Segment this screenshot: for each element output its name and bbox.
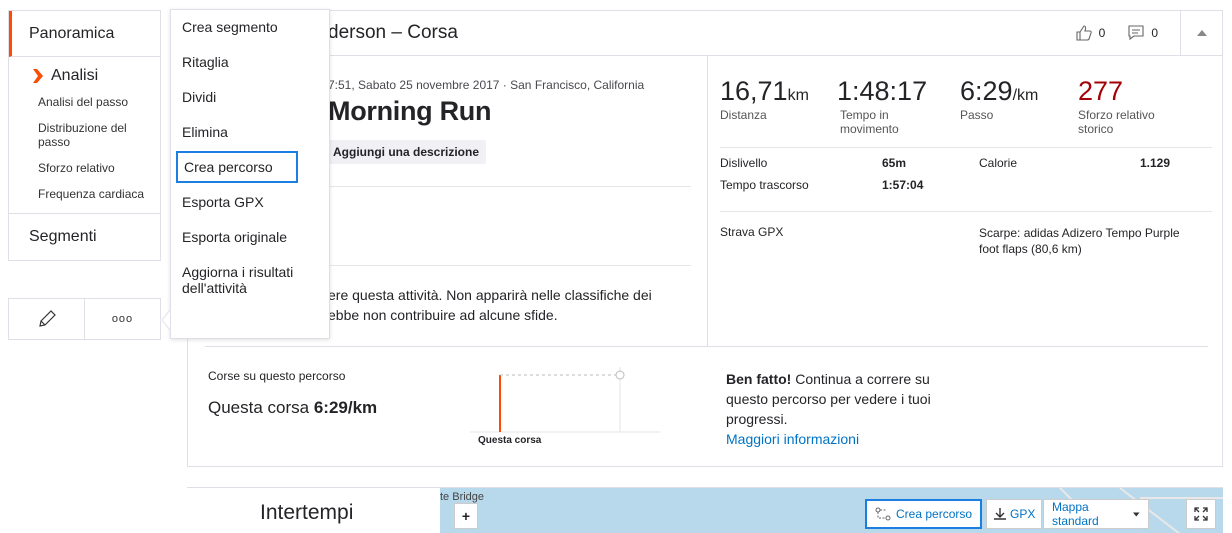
pace-unit: /km — [1012, 87, 1039, 104]
distance-label: Distanza — [720, 108, 767, 122]
distance-value: 16,71 — [720, 76, 788, 106]
caret-down-icon — [1133, 511, 1140, 517]
sidebar-item-pace-distribution[interactable]: Distribuzione del passo — [9, 121, 160, 149]
moving-time-value: 1:48:17 — [837, 76, 928, 106]
divider — [720, 211, 1212, 212]
create-route-label: Crea percorso — [896, 507, 973, 521]
menu-item-crop[interactable]: Ritaglia — [182, 54, 322, 70]
stat-pace: 6:29/km Passo — [960, 76, 1038, 122]
more-info-link[interactable]: Maggiori informazioni — [726, 431, 859, 447]
edit-button[interactable] — [9, 299, 84, 339]
actions-menu: Crea segmento Ritaglia Dividi Elimina Cr… — [170, 9, 330, 339]
calories-label: Calorie — [979, 156, 1018, 170]
activity-meta: 7:51, Sabato 25 novembre 2017 · San Fran… — [328, 78, 645, 92]
menu-item-create-segment[interactable]: Crea segmento — [182, 19, 322, 35]
warning-line: ebbe non contribuire ad alcune sfide. — [328, 307, 558, 323]
collapse-button[interactable] — [1180, 11, 1222, 55]
divider — [720, 147, 1212, 148]
stat-relative-effort[interactable]: 277 Sforzo relativo storico — [1078, 76, 1178, 136]
moving-time-label: Tempo in movimento — [840, 108, 899, 136]
sidebar: Panoramica Analisi Analisi del passo Dis… — [8, 10, 161, 261]
shoes-label: Scarpe: adidas Adizero Tempo Purple foot… — [979, 226, 1180, 256]
menu-item-refresh-results[interactable]: Aggiorna i risultati dell'attività — [182, 264, 322, 296]
sidebar-item-relative-effort[interactable]: Sforzo relativo — [9, 161, 160, 175]
praise-bold: Ben fatto! — [726, 371, 792, 387]
warning-line: ere questa attività. Non apparirà nelle … — [328, 287, 652, 303]
activity-title: Morning Run — [328, 96, 492, 126]
menu-caret — [162, 310, 171, 330]
map-type-label: Mappa standard — [1052, 500, 1099, 528]
chevron-right-icon — [33, 69, 43, 83]
sidebar-analysis-group: Analisi Analisi del passo Distribuzione … — [9, 57, 160, 214]
comment-icon — [1128, 25, 1144, 41]
map-label: te Bridge — [440, 491, 485, 503]
distance-unit: km — [787, 87, 809, 104]
kudos-count: 0 — [1098, 26, 1106, 40]
elapsed-value: 1:57:04 — [882, 178, 924, 192]
privacy-warning: ere questa attività. Non apparirà nelle … — [328, 285, 688, 325]
elapsed-label: Tempo trascorso — [720, 178, 809, 192]
menu-item-export-original[interactable]: Esporta originale — [182, 229, 322, 245]
relative-effort-value: 277 — [1078, 76, 1124, 106]
menu-item-create-route[interactable]: Crea percorso — [176, 151, 298, 183]
activity-panel: derson – Corsa 0 0 7:51, Sabato 25 novem… — [187, 10, 1223, 467]
add-description-button[interactable]: Aggiungi una descrizione — [326, 140, 487, 164]
sidebar-item-analysis[interactable]: Analisi — [9, 65, 160, 87]
menu-item-delete[interactable]: Elimina — [182, 124, 322, 140]
chart-end-point — [615, 370, 625, 380]
relative-effort-label: Sforzo relativo storico — [1078, 108, 1155, 136]
sidebar-actions: ooo — [8, 298, 161, 340]
menu-item-split[interactable]: Dividi — [182, 89, 322, 105]
menu-item-export-gpx[interactable]: Esporta GPX — [182, 194, 322, 210]
device-label: Strava GPX — [720, 225, 784, 239]
sidebar-item-label: Analisi — [51, 67, 99, 84]
elevation-label: Dislivello — [720, 156, 768, 170]
zoom-in-button[interactable]: + — [454, 503, 478, 529]
sidebar-item-label: Panoramica — [29, 24, 115, 42]
gpx-label: GPX — [1010, 507, 1036, 521]
run-pace: 6:29/km — [313, 398, 378, 417]
pace-value: 6:29 — [960, 76, 1013, 106]
stat-distance: 16,71km Distanza — [720, 76, 809, 122]
splits-title: Intertempi — [260, 501, 354, 524]
route-icon — [875, 507, 891, 521]
kudos-button[interactable]: 0 — [1075, 24, 1106, 42]
gpx-download-button[interactable]: GPX — [986, 499, 1043, 529]
create-route-button[interactable]: Crea percorso — [865, 499, 983, 529]
stat-moving-time: 1:48:17 Tempo in movimento — [837, 76, 927, 136]
route-caption: Corse su questo percorso — [208, 369, 346, 383]
chart-label: Questa corsa — [478, 435, 542, 446]
sidebar-item-overview[interactable]: Panoramica — [9, 11, 160, 57]
comments-count: 0 — [1151, 26, 1158, 40]
thumbs-up-icon — [1076, 25, 1092, 41]
splits-section: Intertempi te Bridge + Crea percorso GPX… — [187, 487, 1223, 533]
page-title: derson – Corsa — [328, 22, 458, 43]
activity-stats: 16,71km Distanza 1:48:17 Tempo in movime… — [708, 56, 1224, 346]
route-run-pace: Questa corsa 6:29/km — [208, 398, 377, 418]
activity-header: derson – Corsa 0 0 — [188, 11, 1222, 56]
more-icon: ooo — [111, 313, 134, 325]
pencil-icon — [38, 310, 56, 327]
fullscreen-icon — [1194, 507, 1208, 521]
download-icon — [994, 508, 1006, 520]
route-section: Corse su questo percorso Questa corsa 6:… — [205, 346, 1208, 467]
comments-button[interactable]: 0 — [1127, 24, 1158, 42]
map[interactable]: te Bridge + Crea percorso GPX Mappa stan… — [440, 488, 1223, 533]
calories-value: 1.129 — [1140, 156, 1171, 170]
pace-label: Passo — [960, 108, 994, 122]
sidebar-item-pace-analysis[interactable]: Analisi del passo — [9, 95, 160, 109]
sidebar-item-segments[interactable]: Segmenti — [9, 214, 160, 260]
run-prefix: Questa corsa — [208, 398, 310, 417]
fullscreen-button[interactable] — [1186, 499, 1216, 529]
route-chart: Questa corsa — [470, 367, 660, 460]
sidebar-item-heart-rate[interactable]: Frequenza cardiaca — [9, 187, 160, 201]
map-type-select[interactable]: Mappa standard — [1043, 499, 1149, 529]
more-actions-button[interactable]: ooo — [84, 299, 160, 339]
caret-up-icon — [1196, 30, 1207, 36]
elevation-value: 65m — [882, 156, 907, 170]
route-praise: Ben fatto! Continua a correre su questo … — [726, 369, 961, 449]
sidebar-item-label: Segmenti — [29, 228, 97, 245]
